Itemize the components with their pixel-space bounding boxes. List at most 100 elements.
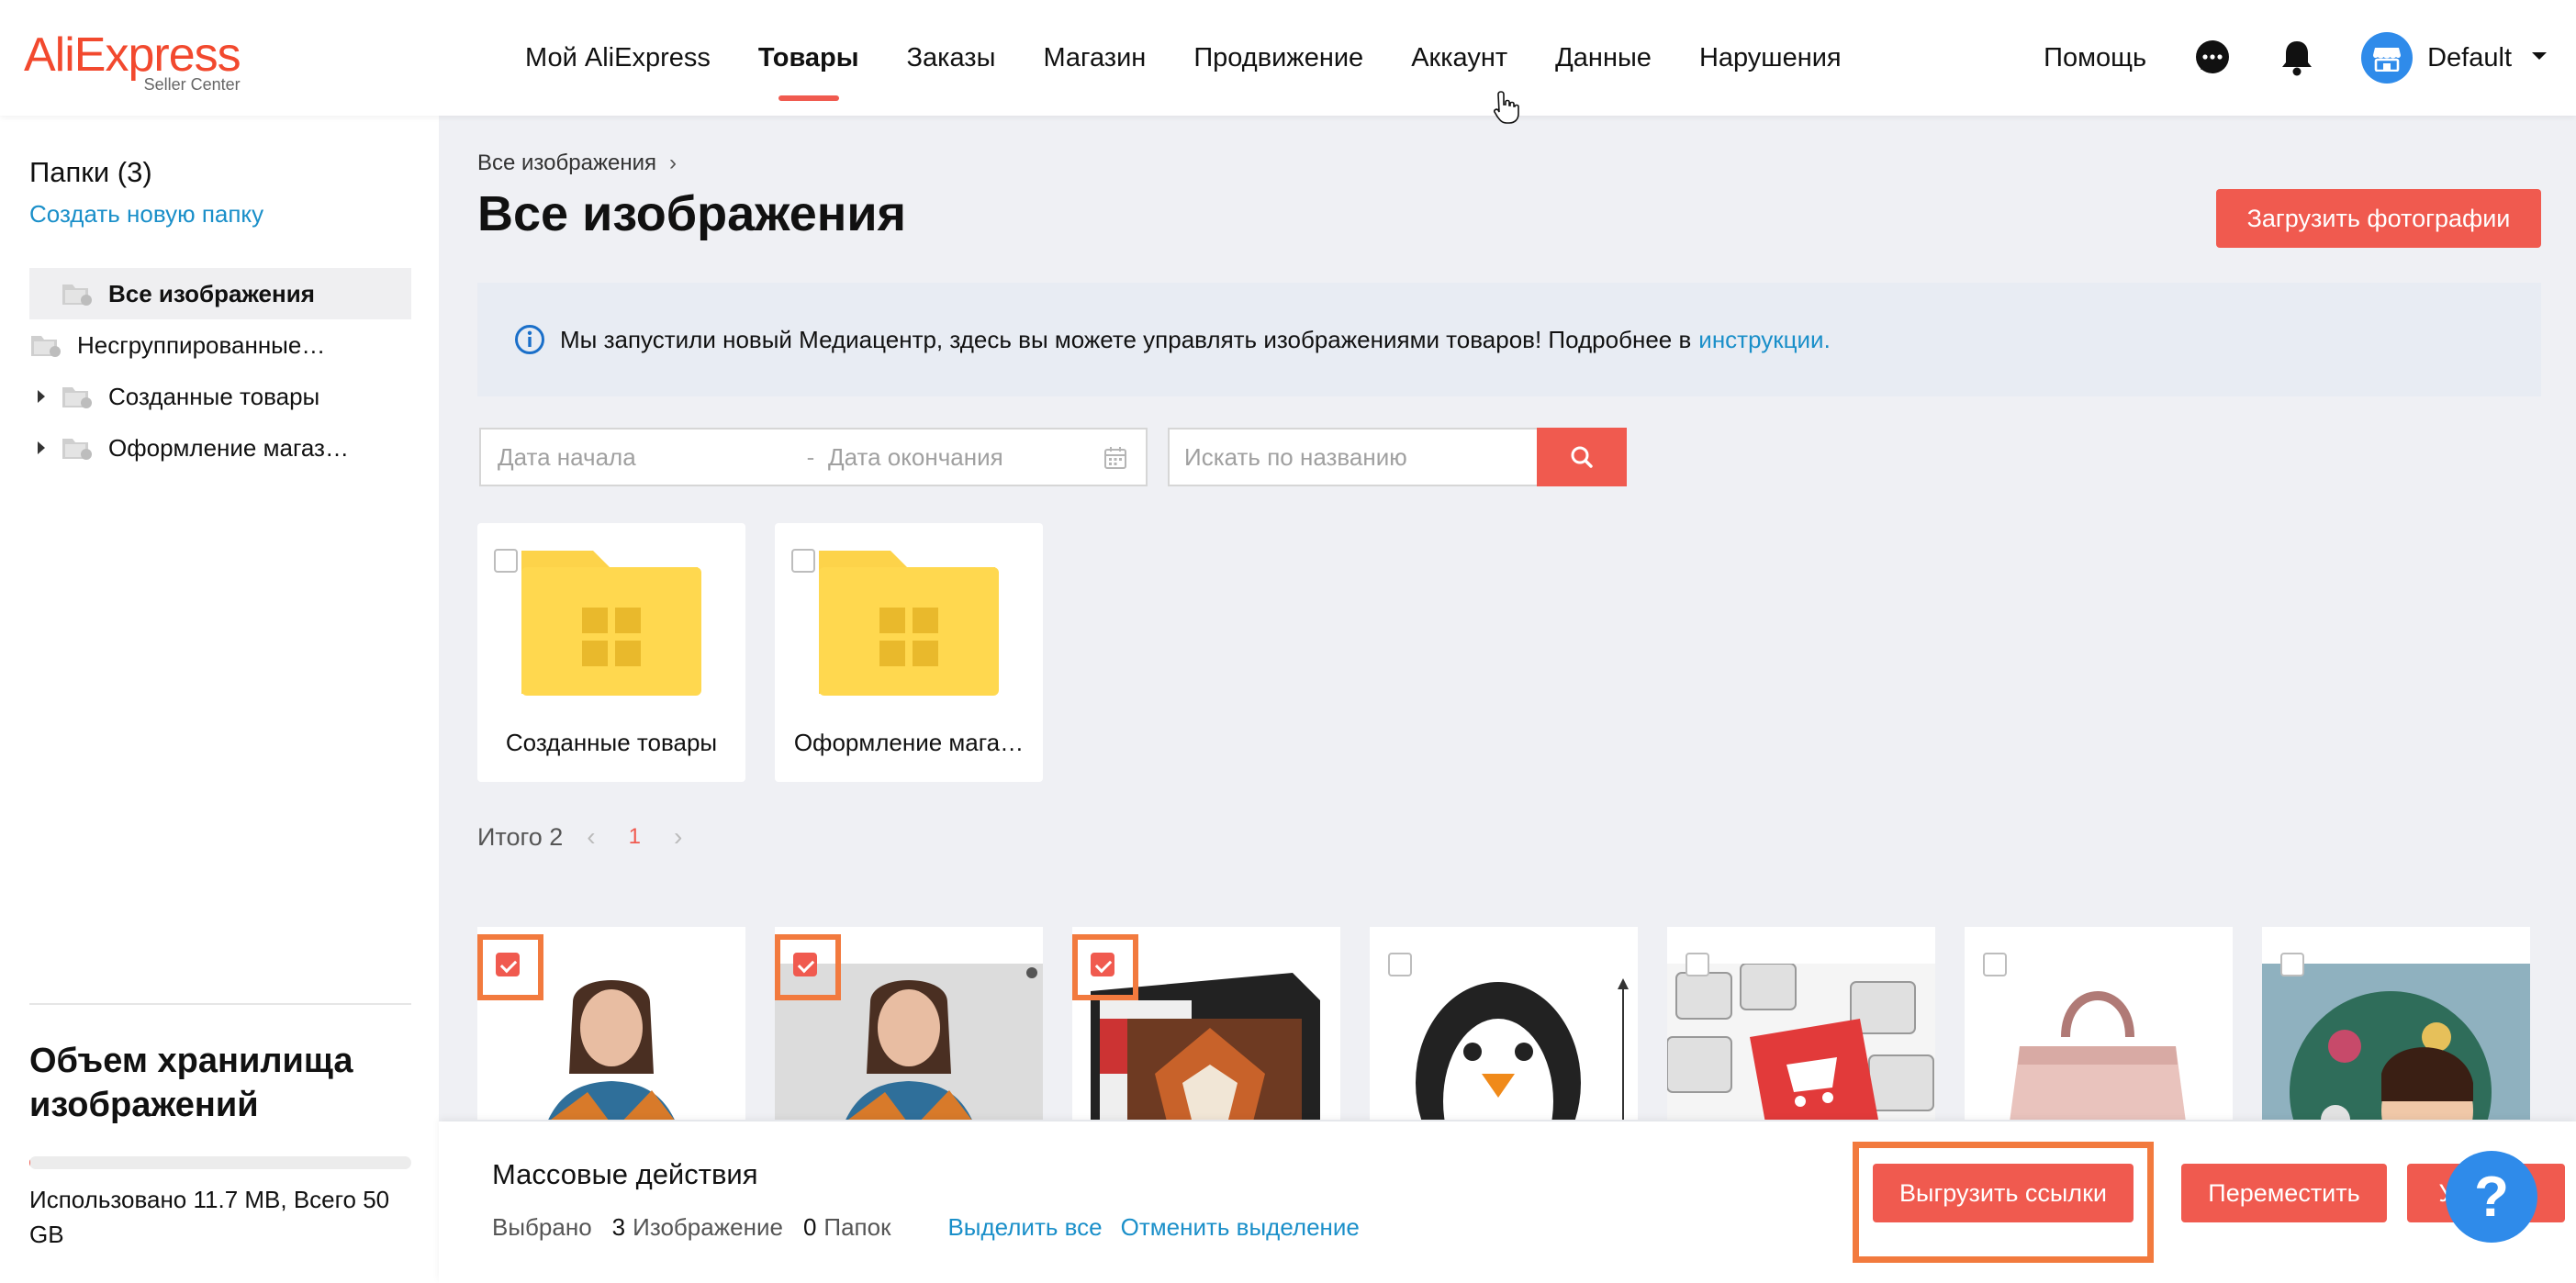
- image-checkbox[interactable]: [2280, 953, 2304, 976]
- upload-photos-button[interactable]: Загрузить фотографии: [2216, 189, 2541, 248]
- folder-icon: [819, 551, 999, 696]
- highlight-frame: [477, 934, 543, 1000]
- search-box: [1168, 428, 1627, 486]
- breadcrumb: Все изображения ›: [477, 151, 677, 176]
- image-card-keyboard-shop[interactable]: [1667, 927, 1935, 1120]
- start-date-field[interactable]: Дата начала: [481, 443, 793, 472]
- tree-item-label: Созданные товары: [108, 382, 320, 410]
- storage-title: Объем хранилища изображений: [29, 1042, 353, 1124]
- product-thumbnail: [2262, 964, 2530, 1120]
- folders-title: Папки (3): [29, 156, 152, 188]
- nav-products[interactable]: Товары: [758, 0, 859, 116]
- selection-summary: Выбрано 3 Изображение 0 Папок Выделить в…: [492, 1213, 1360, 1242]
- caret-right-icon[interactable]: [29, 388, 53, 405]
- calendar-icon[interactable]: [1103, 446, 1127, 476]
- selected-folders-count: 0: [802, 1213, 817, 1241]
- highlight-frame: [775, 934, 841, 1000]
- folders-label: Папок: [823, 1213, 891, 1241]
- folder-tree: Все изображения Несгруппированные… Созда…: [29, 268, 411, 474]
- info-icon: [514, 324, 545, 355]
- account-name[interactable]: Default: [2427, 43, 2512, 73]
- caret-right-icon[interactable]: [29, 440, 53, 456]
- folder-checkbox[interactable]: [791, 549, 815, 573]
- bell-icon[interactable]: [2277, 38, 2317, 78]
- tree-item-label: Несгруппированные…: [77, 330, 326, 359]
- date-range-picker[interactable]: Дата начала - Дата окончания: [479, 428, 1148, 486]
- tree-item-label: Оформление магаз…: [108, 433, 349, 462]
- create-folder-link[interactable]: Создать новую папку: [29, 200, 263, 229]
- deselect-link[interactable]: Отменить выделение: [1121, 1213, 1360, 1242]
- logo-subtitle: Seller Center: [143, 75, 241, 94]
- chat-icon[interactable]: [2192, 38, 2233, 78]
- aliexpress-logo[interactable]: AliExpress Seller Center: [24, 28, 241, 94]
- nav-violations[interactable]: Нарушения: [1699, 0, 1842, 116]
- export-links-button[interactable]: Выгрузить ссылки: [1873, 1164, 2134, 1222]
- nav-orders[interactable]: Заказы: [907, 0, 996, 116]
- image-card-doll[interactable]: [2262, 927, 2530, 1120]
- date-separator: -: [806, 442, 815, 471]
- pager-total: Итого 2: [477, 822, 564, 851]
- tree-item-ungrouped[interactable]: Несгруппированные…: [29, 319, 411, 371]
- folder-name: Оформление мага…: [793, 729, 1025, 756]
- folders-sidebar: Папки (3) Создать новую папку Все изобра…: [0, 116, 439, 1283]
- nav-my-aliexpress[interactable]: Мой AliExpress: [525, 0, 711, 116]
- image-card-penguin-toy[interactable]: [1370, 927, 1638, 1120]
- tree-item-all-images[interactable]: Все изображения: [29, 268, 411, 319]
- folder-checkbox[interactable]: [494, 549, 518, 573]
- folder-icon: [521, 551, 701, 696]
- help-fab-button[interactable]: ?: [2446, 1151, 2537, 1243]
- nav-store[interactable]: Магазин: [1043, 0, 1146, 116]
- selected-label: Выбрано: [492, 1213, 592, 1241]
- image-card-woman-scarf-2[interactable]: [775, 927, 1043, 1120]
- hand-cursor-icon: [1494, 91, 1519, 124]
- product-thumbnail: [1370, 964, 1638, 1120]
- breadcrumb-item[interactable]: Все изображения: [477, 151, 656, 175]
- nav-promotion[interactable]: Продвижение: [1193, 0, 1363, 116]
- bulk-actions-bar: Массовые действия Выбрано 3 Изображение …: [439, 1121, 2576, 1283]
- search-input[interactable]: [1168, 428, 1537, 486]
- nav-data[interactable]: Данные: [1555, 0, 1652, 116]
- folder-icon: [61, 383, 94, 410]
- chevron-right-icon[interactable]: ›: [674, 822, 682, 852]
- info-notice: Мы запустили новый Медиацентр, здесь вы …: [477, 283, 2541, 396]
- images-label: Изображение: [633, 1213, 783, 1241]
- folder-card-store-design[interactable]: Оформление мага…: [775, 523, 1043, 782]
- folder-icon: [29, 331, 62, 359]
- chevron-left-icon[interactable]: ‹: [587, 822, 595, 852]
- bulk-actions-title: Массовые действия: [492, 1158, 758, 1190]
- product-thumbnail: [1965, 964, 2233, 1120]
- highlight-frame: [1072, 934, 1138, 1000]
- page-title: Все изображения: [477, 186, 907, 241]
- image-checkbox[interactable]: [1388, 953, 1412, 976]
- page-number[interactable]: 1: [629, 824, 641, 850]
- tree-item-created-products[interactable]: Созданные товары: [29, 371, 411, 422]
- notice-text: Мы запустили новый Медиацентр, здесь вы …: [560, 325, 1692, 353]
- image-checkbox[interactable]: [1983, 953, 2007, 976]
- storage-progress-bar: [29, 1156, 411, 1169]
- pagination: Итого 2 ‹ 1 ›: [477, 822, 706, 852]
- divider: [29, 1003, 411, 1005]
- tree-item-label: Все изображения: [108, 279, 315, 307]
- chevron-right-icon: ›: [669, 151, 678, 175]
- image-card-woman-scarf[interactable]: [477, 927, 745, 1120]
- end-date-field[interactable]: Дата окончания: [828, 443, 1103, 472]
- search-icon: [1571, 446, 1593, 468]
- chevron-down-icon[interactable]: [2530, 50, 2548, 67]
- logo-text: AliExpress: [24, 28, 241, 82]
- image-card-fox-puzzle-box[interactable]: [1072, 927, 1340, 1120]
- product-thumbnail: [1667, 964, 1935, 1120]
- select-all-link[interactable]: Выделить все: [947, 1213, 1102, 1242]
- tree-item-store-design[interactable]: Оформление магаз…: [29, 422, 411, 474]
- folder-icon: [61, 434, 94, 462]
- instructions-link[interactable]: инструкции.: [1698, 326, 1831, 354]
- image-checkbox[interactable]: [1686, 953, 1709, 976]
- store-avatar-icon[interactable]: [2361, 32, 2414, 84]
- selected-images-count: 3: [611, 1213, 626, 1241]
- image-card-pink-bag[interactable]: [1965, 927, 2233, 1120]
- search-button[interactable]: [1537, 428, 1627, 486]
- move-button[interactable]: Переместить: [2181, 1164, 2387, 1222]
- main-nav: Мой AliExpress Товары Заказы Магазин Про…: [525, 0, 1889, 116]
- header-actions: Помощь Default: [2044, 0, 2548, 116]
- folder-card-created-products[interactable]: Созданные товары: [477, 523, 745, 782]
- help-link[interactable]: Помощь: [2044, 43, 2146, 73]
